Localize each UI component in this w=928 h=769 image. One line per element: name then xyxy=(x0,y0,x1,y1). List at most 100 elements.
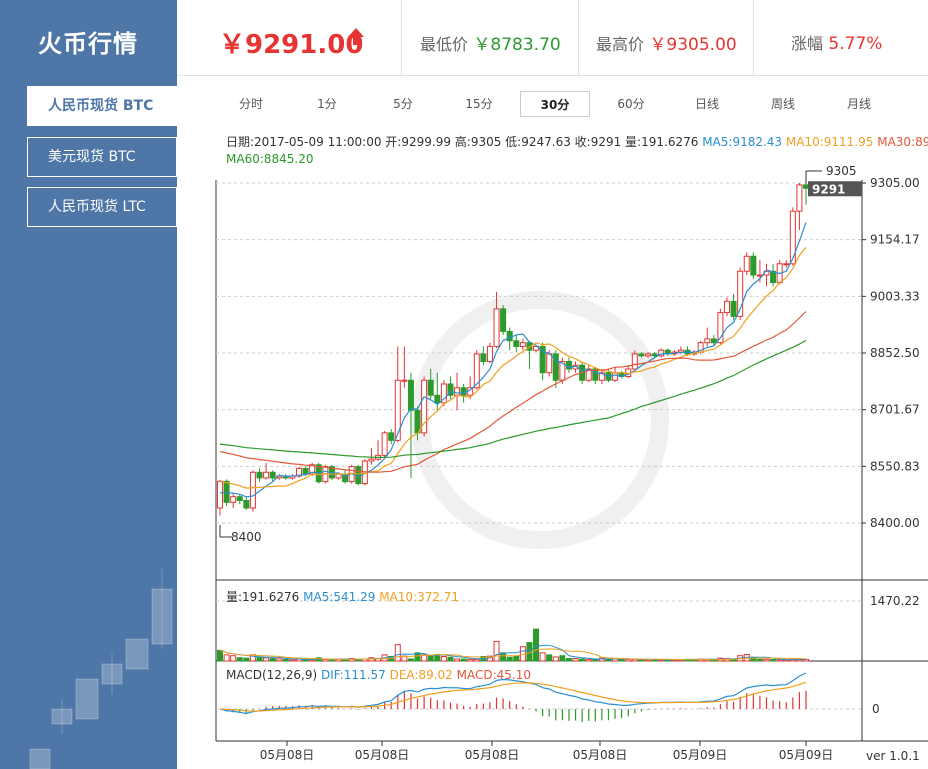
candle-body xyxy=(427,379,434,396)
volume-info-line: 量:191.6276 MA5:541.29 MA10:372.71 xyxy=(226,588,459,605)
x-tick-label: 05月08日 xyxy=(465,748,520,762)
candle-body xyxy=(243,499,250,509)
volume-bar xyxy=(282,658,289,662)
candle-body xyxy=(263,471,270,479)
candle-body xyxy=(217,480,223,509)
volume-bar xyxy=(506,656,513,662)
volume-bar xyxy=(585,658,592,662)
candle-body xyxy=(381,432,388,456)
price-tick-label: 8852.50 xyxy=(870,346,920,360)
candle-body xyxy=(796,184,803,212)
macd-title: MACD(12,26,9) xyxy=(226,668,318,682)
candle-body xyxy=(394,379,401,441)
volume-bar xyxy=(552,656,559,662)
candle-body xyxy=(638,353,645,357)
candle-body xyxy=(249,471,256,509)
candle-body xyxy=(256,471,263,479)
kline-summary: 日期:2017-05-09 11:00:00 开:9299.99 高:9305 … xyxy=(226,135,699,149)
candle-body xyxy=(546,353,553,374)
volume-bar xyxy=(217,649,223,662)
volume-label: 量:191.6276 xyxy=(226,590,300,604)
max-label: 9305 xyxy=(826,164,857,178)
macd-value: MACD:45.10 xyxy=(456,668,531,682)
volume-bar xyxy=(539,652,546,662)
volume-bar xyxy=(440,656,447,662)
volume-bar xyxy=(322,658,329,662)
vol-ma10-label: MA10:372.71 xyxy=(379,590,460,604)
volume-bar xyxy=(493,640,500,662)
last-price-label: 9291 xyxy=(812,182,845,196)
price-tick-label: 8701.67 xyxy=(870,403,920,417)
volume-tick-label: 1470.22 xyxy=(870,594,920,608)
ma30-label: MA30:8924.35 xyxy=(877,135,928,149)
volume-bar xyxy=(546,654,553,662)
volume-bar xyxy=(644,659,651,662)
candle-body xyxy=(513,340,520,347)
volume-bar xyxy=(756,658,763,662)
volume-bar xyxy=(394,644,401,662)
candle-body xyxy=(506,330,513,342)
candle-body xyxy=(500,308,507,332)
kline-chart[interactable]: 9305.00 9154.17 9003.33 8852.50 8701.67 8550.… xyxy=(0,0,928,769)
volume-bar xyxy=(592,658,599,662)
candle-body xyxy=(269,471,276,479)
x-tick-label: 05月08日 xyxy=(260,748,315,762)
x-tick-label: 05月09日 xyxy=(673,748,728,762)
candle-body xyxy=(803,184,809,189)
candle-body xyxy=(789,210,796,265)
price-tick-label: 8400.00 xyxy=(870,516,920,530)
candle-body xyxy=(493,308,500,347)
ma60-label: MA60:8845.20 xyxy=(226,152,314,166)
price-tick-label: 9305.00 xyxy=(870,176,920,190)
volume-bar xyxy=(276,658,283,662)
volume-bar xyxy=(309,659,316,662)
candle-body xyxy=(710,338,717,344)
price-tick-label: 8550.83 xyxy=(870,459,920,473)
macd-dea: DEA:89.02 xyxy=(389,668,453,682)
volume-bar xyxy=(533,628,540,662)
min-label: 8400 xyxy=(231,530,262,544)
candle-body xyxy=(480,353,487,362)
candle-body xyxy=(704,338,711,344)
volume-bar xyxy=(454,658,461,662)
volume-bar xyxy=(230,655,237,662)
volume-bar xyxy=(427,655,434,662)
candle-body xyxy=(486,345,493,362)
watermark-logo-icon xyxy=(411,291,669,549)
candle-body xyxy=(454,387,461,396)
volume-bar xyxy=(572,658,579,662)
candle-body xyxy=(335,473,342,479)
kline-info-line: 日期:2017-05-09 11:00:00 开:9299.99 高:9305 … xyxy=(226,133,928,150)
volume-bar xyxy=(625,658,632,662)
candle-body xyxy=(434,394,441,404)
candle-body xyxy=(230,496,237,503)
candle-body xyxy=(743,255,750,272)
version-label: ver 1.0.1 xyxy=(866,749,920,763)
volume-bar xyxy=(447,656,454,662)
candle-body xyxy=(631,353,638,370)
price-tick-label: 9003.33 xyxy=(870,289,920,303)
price-tick-label: 9154.17 xyxy=(870,233,920,247)
candle-body xyxy=(651,353,658,357)
volume-bar xyxy=(236,657,243,662)
macd-tick-label: 0 xyxy=(872,702,880,716)
candle-body xyxy=(723,300,730,314)
candle-body xyxy=(401,379,408,382)
volume-bar xyxy=(269,658,276,662)
volume-bar xyxy=(579,658,586,662)
volume-bar xyxy=(763,658,770,662)
candle-body xyxy=(460,387,467,396)
x-tick-label: 05月08日 xyxy=(573,748,628,762)
macd-info-line: MACD(12,26,9) DIF:111.57 DEA:89.02 MACD:… xyxy=(226,668,531,682)
volume-bar xyxy=(559,655,566,662)
candle-body xyxy=(236,496,243,501)
candle-body xyxy=(612,372,619,381)
candle-body xyxy=(368,458,375,462)
candle-body xyxy=(644,353,651,357)
volume-bar xyxy=(407,658,414,662)
volume-bar xyxy=(223,654,230,662)
ma10-label: MA10:9111.95 xyxy=(785,135,874,149)
x-tick-label: 05月09日 xyxy=(779,748,834,762)
volume-bar xyxy=(467,658,474,662)
volume-bar xyxy=(770,659,777,662)
